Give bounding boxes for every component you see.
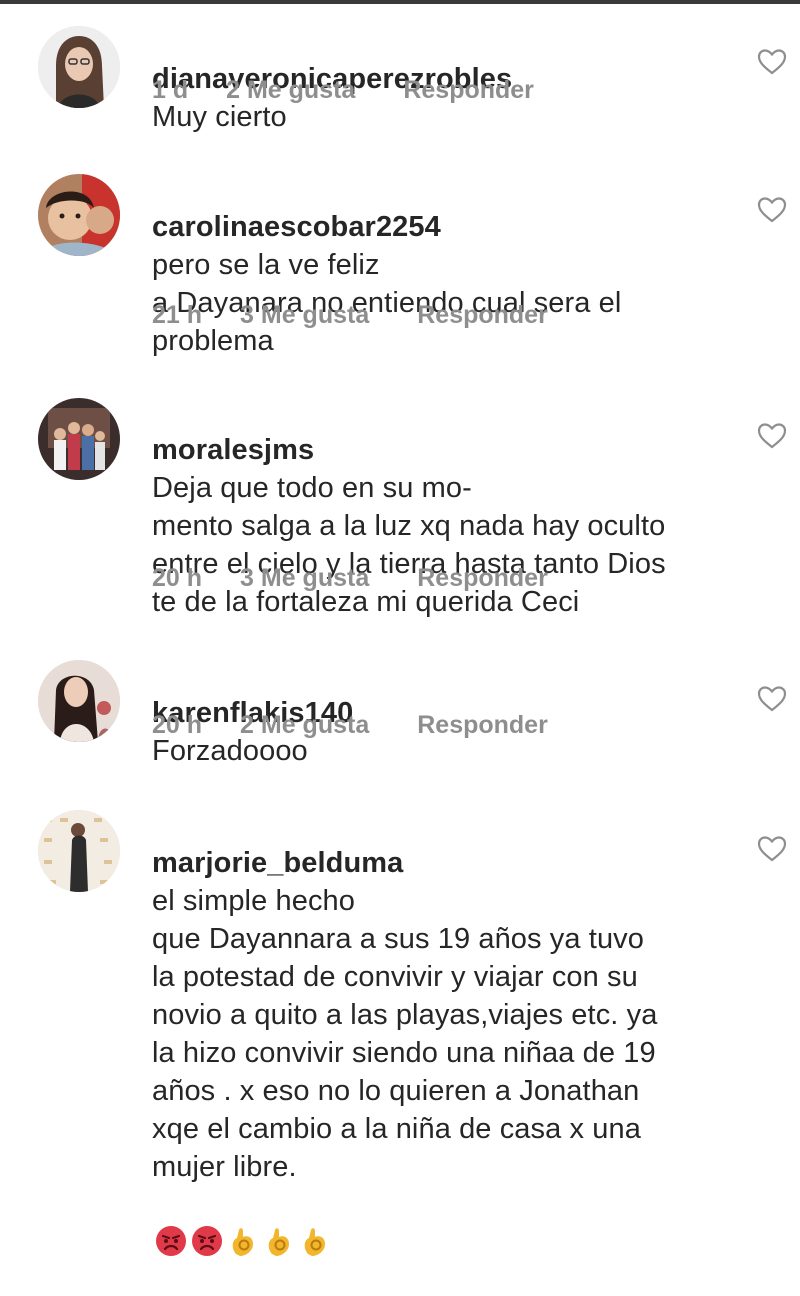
avatar[interactable]: [38, 660, 120, 742]
comment-username[interactable]: moralesjms: [152, 434, 314, 466]
comment-likes[interactable]: 3 Me gusta: [240, 564, 369, 593]
comment-item: moralesjms Deja que todo en su mo- mento…: [0, 360, 800, 640]
comment-item: karenflakis140 Forzadoooo 20 h2 Me gusta…: [0, 640, 800, 790]
ok-hand-emoji: [262, 1186, 296, 1296]
comment-time: 21 h: [152, 301, 203, 329]
comment-item: carolinaescobar2254 pero se la ve feliz …: [0, 130, 800, 360]
comment-likes[interactable]: 2 Me gusta: [226, 76, 355, 105]
comment-time: 20 h: [152, 564, 203, 592]
comment-text: Deja que todo en su mo- mento salga a la…: [152, 472, 666, 618]
like-heart-icon[interactable]: [757, 422, 787, 450]
angry-face-emoji: [154, 1186, 188, 1296]
angry-face-emoji: [190, 1186, 224, 1296]
like-heart-icon[interactable]: [757, 685, 787, 713]
avatar[interactable]: [38, 398, 120, 480]
comment-body: carolinaescobar2254 pero se la ve feliz …: [152, 170, 742, 360]
comment-username[interactable]: carolinaescobar2254: [152, 211, 441, 243]
reply-button[interactable]: Responder: [417, 301, 548, 330]
comment-likes[interactable]: 3 Me gusta: [240, 301, 369, 330]
comment-meta: 1 d 2 Me gusta Responder: [152, 76, 534, 105]
comment-meta: 20 h 3 Me gusta Responder: [152, 564, 548, 593]
ok-hand-emoji: [226, 1186, 260, 1296]
avatar[interactable]: [38, 174, 120, 256]
comment-body: marjorie_belduma el simple hecho que Day…: [152, 806, 742, 1296]
comment-meta: 20 h 2 Me gusta Responder: [152, 711, 548, 740]
reply-button[interactable]: Responder: [417, 564, 548, 593]
reply-button[interactable]: Responder: [403, 76, 534, 105]
comment-item: dianaveronicaperezrobles Muy cierto 1 d2…: [0, 0, 800, 133]
comment-likes[interactable]: 2 Me gusta: [240, 711, 369, 740]
comment-username[interactable]: marjorie_belduma: [152, 847, 403, 879]
ok-hand-emoji: [298, 1186, 332, 1296]
like-heart-icon[interactable]: [757, 835, 787, 863]
like-heart-icon[interactable]: [757, 196, 787, 224]
comment-text: el simple hecho que Dayannara a sus 19 a…: [152, 885, 658, 1183]
comment-meta: 21 h 3 Me gusta Responder: [152, 301, 548, 330]
avatar[interactable]: [38, 810, 120, 892]
reply-button[interactable]: Responder: [417, 711, 548, 740]
comment-text: Muy cierto: [152, 101, 287, 133]
comment-item: marjorie_belduma el simple hecho que Day…: [0, 790, 800, 1256]
comment-time: 1 d: [152, 76, 189, 104]
comment-time: 20 h: [152, 711, 203, 739]
avatar[interactable]: [38, 26, 120, 108]
like-heart-icon[interactable]: [757, 48, 787, 76]
